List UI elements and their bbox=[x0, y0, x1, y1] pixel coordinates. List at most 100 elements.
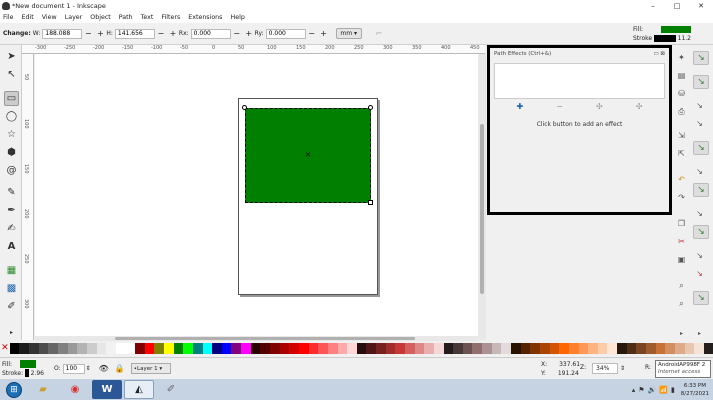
palette-swatch[interactable] bbox=[559, 342, 569, 354]
palette-swatch[interactable] bbox=[646, 342, 656, 354]
start-button[interactable]: ⊞ bbox=[0, 379, 28, 400]
palette-swatch[interactable] bbox=[29, 342, 39, 354]
palette-swatch[interactable] bbox=[327, 342, 338, 354]
zoom-selection-icon[interactable]: ⌕ bbox=[675, 279, 688, 292]
width-decrement-button[interactable]: − bbox=[84, 29, 92, 38]
palette-swatch[interactable] bbox=[511, 342, 521, 354]
palette-swatch[interactable] bbox=[703, 342, 713, 354]
palette-swatch[interactable] bbox=[453, 342, 463, 354]
palette-swatch[interactable] bbox=[597, 342, 608, 354]
minimize-button[interactable]: – bbox=[641, 0, 665, 12]
palette-swatch[interactable] bbox=[530, 342, 540, 354]
rx-input[interactable] bbox=[190, 28, 231, 39]
palette-swatch[interactable] bbox=[443, 342, 454, 354]
snap-smooth-nodes-icon[interactable]: ↘ bbox=[693, 225, 709, 239]
text-tool-icon[interactable]: A bbox=[4, 239, 19, 254]
calligraphy-tool-icon[interactable]: ✍ bbox=[4, 221, 19, 236]
palette-swatch[interactable] bbox=[289, 342, 299, 354]
stroke-indicator-swatch[interactable] bbox=[653, 35, 676, 42]
palette-swatch[interactable] bbox=[684, 342, 695, 354]
menu-filters[interactable]: Filters bbox=[161, 14, 180, 21]
status-fill-swatch[interactable] bbox=[20, 360, 37, 368]
effects-list[interactable] bbox=[494, 63, 665, 99]
snap-nodes-icon[interactable]: ↘ bbox=[693, 141, 709, 155]
zoom-stepper-icon[interactable]: ⇕ bbox=[620, 365, 625, 372]
pen-tool-icon[interactable]: ✒ bbox=[4, 203, 19, 218]
palette-swatch[interactable] bbox=[462, 342, 473, 354]
vertical-scrollbar-thumb[interactable] bbox=[480, 124, 484, 294]
palette-swatch[interactable] bbox=[221, 342, 232, 354]
palette-swatch[interactable] bbox=[298, 342, 309, 354]
make-sharp-corners-icon[interactable]: ⌐ bbox=[376, 29, 383, 38]
selector-tool-icon[interactable]: ➤ bbox=[4, 49, 19, 64]
cut-icon[interactable]: ✂ bbox=[675, 235, 688, 248]
palette-swatch[interactable] bbox=[279, 342, 290, 354]
palette-swatch[interactable] bbox=[183, 342, 193, 354]
snap-bbox-corner-icon[interactable]: ↘ bbox=[693, 117, 706, 130]
tray-chevron-icon[interactable]: ▴ bbox=[632, 386, 636, 394]
palette-swatch[interactable] bbox=[626, 342, 637, 354]
panel-float-icon[interactable]: ▭ bbox=[653, 51, 658, 57]
palette-swatch[interactable] bbox=[163, 342, 174, 354]
copy-icon[interactable]: ❐ bbox=[675, 217, 688, 230]
more-commands-chevron-icon[interactable]: ▸ bbox=[675, 327, 688, 340]
battery-icon[interactable]: ▮ bbox=[671, 386, 675, 394]
node-tool-icon[interactable]: ↖ bbox=[4, 67, 19, 82]
palette-swatch[interactable] bbox=[433, 342, 444, 354]
speaker-icon[interactable]: 🔊 bbox=[648, 386, 657, 394]
palette-swatch[interactable] bbox=[231, 342, 242, 354]
add-effect-button[interactable]: ✚ bbox=[517, 102, 524, 111]
palette-swatch[interactable] bbox=[395, 342, 405, 354]
palette-swatch[interactable] bbox=[250, 342, 261, 354]
palette-swatch[interactable] bbox=[86, 342, 97, 354]
paint-taskbar-icon[interactable]: ✐ bbox=[156, 380, 186, 399]
ry-increment-button[interactable]: + bbox=[320, 29, 328, 38]
palette-swatch[interactable] bbox=[617, 342, 627, 354]
palette-swatch[interactable] bbox=[539, 342, 550, 354]
vertical-scrollbar[interactable] bbox=[478, 54, 486, 340]
palette-swatch[interactable] bbox=[106, 342, 116, 354]
palette-swatch[interactable] bbox=[115, 342, 126, 354]
rotation-center-icon[interactable]: ✕ bbox=[305, 151, 311, 159]
network-icon[interactable]: 📶 bbox=[659, 386, 668, 394]
snap-cusp-nodes-icon[interactable]: ↘ bbox=[693, 207, 706, 220]
spiral-tool-icon[interactable]: @ bbox=[4, 163, 19, 178]
palette-swatch[interactable] bbox=[501, 342, 512, 354]
palette-swatch[interactable] bbox=[260, 342, 271, 354]
undo-icon[interactable]: ↶ bbox=[675, 173, 688, 186]
ry-decrement-button[interactable]: − bbox=[308, 29, 316, 38]
palette-swatch[interactable] bbox=[472, 342, 483, 354]
maximize-button[interactable]: □ bbox=[665, 0, 689, 12]
palette-swatch[interactable] bbox=[636, 342, 647, 354]
palette-swatch[interactable] bbox=[154, 342, 164, 354]
width-increment-button[interactable]: + bbox=[96, 29, 104, 38]
menu-path[interactable]: Path bbox=[119, 14, 133, 21]
rx-increment-button[interactable]: + bbox=[245, 29, 253, 38]
palette-swatch[interactable] bbox=[57, 342, 68, 354]
palette-swatch[interactable] bbox=[202, 342, 213, 354]
snap-page-border-icon[interactable]: ↘ bbox=[693, 291, 709, 305]
palette-swatch[interactable] bbox=[173, 342, 184, 354]
mesh-tool-icon[interactable]: ▩ bbox=[4, 281, 19, 296]
palette-swatch[interactable] bbox=[135, 342, 145, 354]
menu-layer[interactable]: Layer bbox=[65, 14, 83, 21]
more-snap-chevron-icon[interactable]: ▸ bbox=[693, 327, 706, 340]
palette-swatch[interactable] bbox=[125, 342, 136, 354]
palette-swatch[interactable] bbox=[308, 342, 319, 354]
palette-swatch[interactable] bbox=[520, 342, 531, 354]
save-document-icon[interactable]: ⛁ bbox=[675, 87, 688, 100]
palette-swatch[interactable] bbox=[366, 342, 377, 354]
snap-centers-icon[interactable]: ↘ bbox=[693, 267, 706, 280]
menu-help[interactable]: Help bbox=[230, 14, 244, 21]
panel-close-icon[interactable]: ⊠ bbox=[660, 51, 665, 57]
unit-select[interactable]: mm ▾ bbox=[335, 28, 362, 39]
menu-file[interactable]: File bbox=[3, 14, 14, 21]
chrome-taskbar-icon[interactable]: ◉ bbox=[60, 380, 90, 399]
palette-swatch[interactable] bbox=[212, 342, 222, 354]
palette-swatch[interactable] bbox=[665, 342, 675, 354]
paste-icon[interactable]: ▣ bbox=[675, 253, 688, 266]
resize-handle-top-right[interactable] bbox=[368, 105, 373, 110]
height-input[interactable] bbox=[114, 28, 155, 39]
menu-edit[interactable]: Edit bbox=[22, 14, 34, 21]
palette-swatch[interactable] bbox=[405, 342, 415, 354]
